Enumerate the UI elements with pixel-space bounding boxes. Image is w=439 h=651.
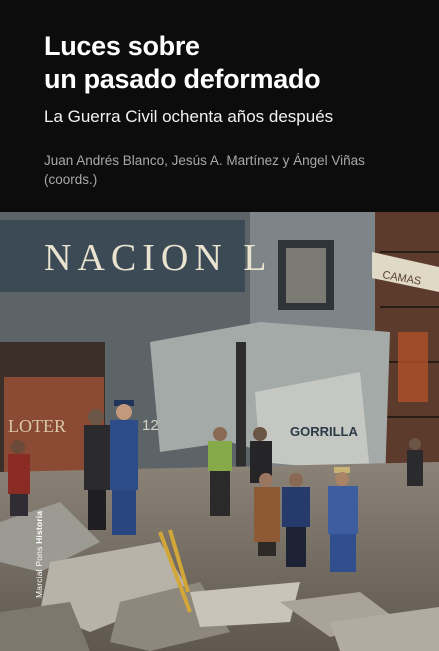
- authors-line-1: Juan Andrés Blanco, Jesús A. Martínez y …: [44, 153, 365, 168]
- collection-name: Historia: [34, 510, 44, 544]
- war-street-scene-illustration: NACION L CAMAS LOTER 12 GORRILLA: [0, 212, 439, 651]
- sign-gorrilla: GORRILLA: [290, 424, 358, 439]
- right-red-shutter: [398, 332, 428, 402]
- person-far-right: [407, 438, 423, 486]
- publisher-name: Marcial Pons: [34, 543, 44, 598]
- book-cover: Luces sobre un pasado deformado La Guerr…: [0, 0, 439, 651]
- cover-photo: NACION L CAMAS LOTER 12 GORRILLA: [0, 212, 439, 651]
- book-authors: Juan Andrés Blanco, Jesús A. Martínez y …: [44, 151, 424, 189]
- person-navy-jacket: [282, 473, 310, 567]
- book-subtitle: La Guerra Civil ochenta años después: [44, 107, 334, 126]
- sign-number: 12: [142, 417, 159, 434]
- sign-loteria: LOTER: [8, 416, 66, 436]
- title-line-2: un pasado deformado: [44, 64, 321, 94]
- center-window-glass: [286, 248, 326, 303]
- person-blue-uniform: [110, 400, 138, 535]
- book-title: Luces sobre un pasado deformado: [44, 30, 321, 96]
- sign-nacion: NACION L: [44, 237, 272, 279]
- title-line-1: Luces sobre: [44, 31, 200, 61]
- publisher-imprint: Marcial Pons Historia: [34, 511, 44, 598]
- authors-line-2: (coords.): [44, 172, 98, 187]
- cover-header: Luces sobre un pasado deformado La Guerr…: [0, 0, 439, 212]
